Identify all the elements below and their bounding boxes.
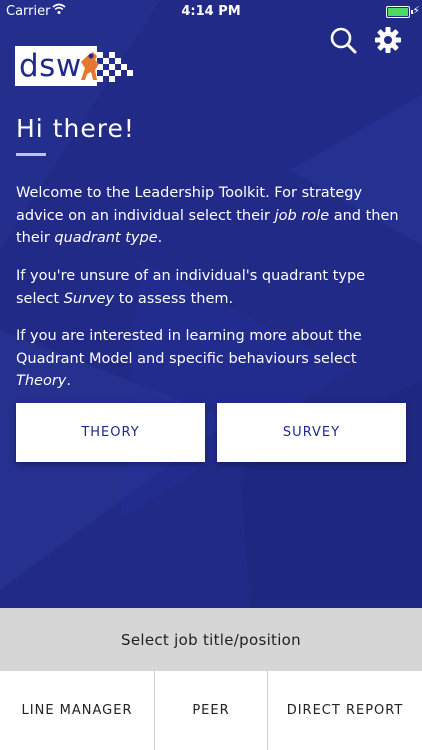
- status-bar: Carrier 4:14 PM ⚡: [0, 0, 422, 24]
- title-underline: [16, 153, 46, 156]
- tab-peer[interactable]: PEER: [155, 671, 268, 750]
- dsw-logo: dsw: [15, 46, 133, 86]
- job-role-emphasis: job role: [274, 207, 330, 224]
- theory-button[interactable]: THEORY: [16, 403, 205, 462]
- logo-text: dsw: [19, 48, 82, 84]
- gear-icon[interactable]: [374, 26, 402, 54]
- theory-emphasis: Theory: [16, 373, 67, 389]
- survey-emphasis: Survey: [63, 290, 115, 307]
- survey-button[interactable]: SURVEY: [217, 403, 406, 462]
- quadrant-type-emphasis: quadrant type: [54, 230, 158, 246]
- tab-direct-report[interactable]: DIRECT REPORT: [268, 671, 422, 750]
- tab-line-manager[interactable]: LINE MANAGER: [0, 671, 155, 750]
- search-icon[interactable]: [329, 26, 357, 54]
- intro-paragraph-2: If you're unsure of an individual's quad…: [16, 268, 366, 307]
- charging-icon: ⚡: [412, 4, 420, 17]
- select-job-title-bar: Select job title/position: [0, 608, 422, 671]
- job-position-tabs: LINE MANAGER PEER DIRECT REPORT: [0, 671, 422, 750]
- intro-paragraph-1: Welcome to the Leadership Toolkit. For s…: [16, 185, 399, 246]
- battery-icon: [386, 6, 413, 18]
- status-time: 4:14 PM: [181, 4, 241, 19]
- logo-horse-icon: [81, 52, 99, 80]
- page-title: Hi there!: [16, 114, 135, 143]
- intro-paragraph-3: If you are interested in learning more a…: [16, 328, 362, 389]
- toolkit-highlight: Leadership Toolkit: [134, 185, 266, 201]
